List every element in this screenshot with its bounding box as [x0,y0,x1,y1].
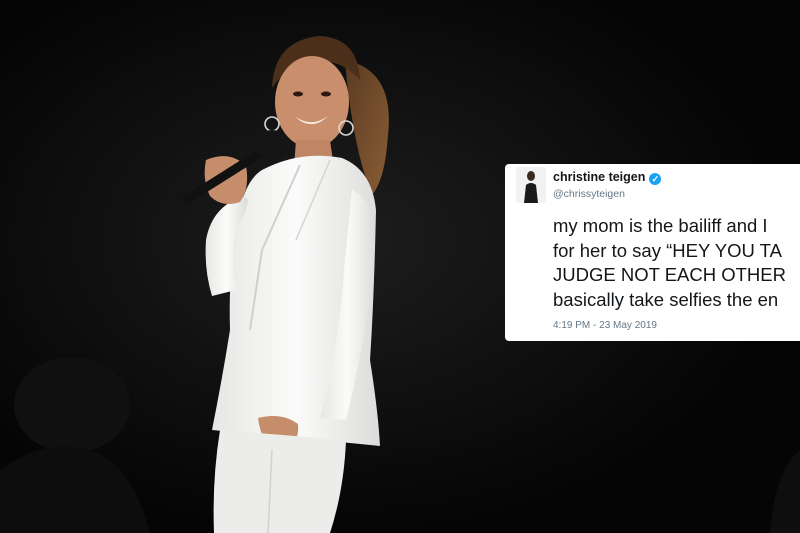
white-trousers [213,430,346,533]
microphone-head [257,130,287,160]
tweet-line: for her to say “HEY YOU TA [553,239,782,261]
photo-stage: christine teigen ✓ @chrissyteigen my mom … [0,0,800,533]
profile-avatar [516,167,546,203]
tweet-line: JUDGE NOT EACH OTHER [553,264,786,285]
user-handle: @chrissyteigen [553,188,625,200]
face [275,56,349,148]
tweet-timestamp: 4:19 PM - 23 May 2019 [553,320,657,331]
tweet-card: christine teigen ✓ @chrissyteigen my mom … [505,164,800,341]
display-name-text: christine teigen [553,170,646,184]
tweet-line: basically take selfies the en [553,288,779,310]
tweet-text: my mom is the bailiff and I for her to s… [553,214,800,312]
verified-check-icon: ✓ [649,173,662,185]
tweet-line: my mom is the bailiff and I [553,215,768,236]
display-name: christine teigen ✓ [553,170,662,185]
audience-head-silhouette [14,357,130,453]
